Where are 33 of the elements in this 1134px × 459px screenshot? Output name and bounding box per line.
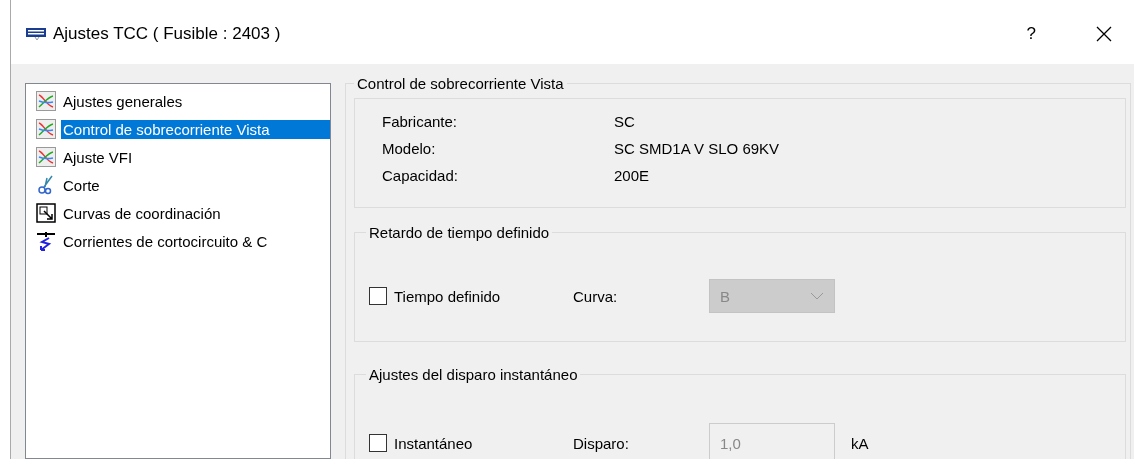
checkbox[interactable] [369, 434, 387, 452]
section-title: Control de sobrecorriente Vista [354, 75, 567, 92]
group-title: Retardo de tiempo definido [368, 224, 551, 241]
tree-item[interactable]: Control de sobrecorriente Vista [61, 119, 330, 139]
unit-label: kA [851, 434, 869, 452]
tree-item[interactable]: Ajustes generales [61, 91, 330, 111]
curve-chart-icon [36, 91, 56, 111]
lightning-bolt-icon [36, 231, 56, 251]
chevron-down-icon [810, 292, 824, 300]
curve-chart-icon [36, 147, 56, 167]
field-label: Curva: [573, 287, 619, 305]
checkbox-label[interactable]: Instantáneo [394, 434, 473, 452]
field-label: Disparo: [573, 434, 630, 452]
close-icon[interactable] [1096, 26, 1112, 42]
group-title: Ajustes del disparo instantáneo [368, 366, 579, 383]
zoom-box-icon [36, 203, 56, 223]
property-label: Modelo: [382, 140, 437, 157]
tree-item[interactable]: Corrientes de cortocircuito & C [61, 231, 330, 251]
help-button[interactable]: ? [1026, 24, 1036, 44]
tree-item[interactable]: Corte [61, 175, 330, 195]
property-value: 200E [614, 167, 651, 184]
app-logo-icon [26, 27, 46, 41]
scissors-icon [36, 175, 56, 195]
tree-item[interactable]: Curvas de coordinación [61, 203, 330, 223]
window-title: Ajustes TCC ( Fusible : 2403 ) [53, 24, 282, 44]
tree-item[interactable]: Ajuste VFI [61, 147, 330, 167]
property-label: Capacidad: [382, 167, 459, 184]
property-value: SC SMD1A V SLO 69KV [614, 140, 781, 157]
checkbox-label[interactable]: Tiempo definido [394, 287, 501, 305]
property-label: Fabricante: [382, 113, 459, 130]
property-value: SC [614, 113, 636, 130]
curve-chart-icon [36, 119, 56, 139]
checkbox[interactable] [369, 287, 387, 305]
